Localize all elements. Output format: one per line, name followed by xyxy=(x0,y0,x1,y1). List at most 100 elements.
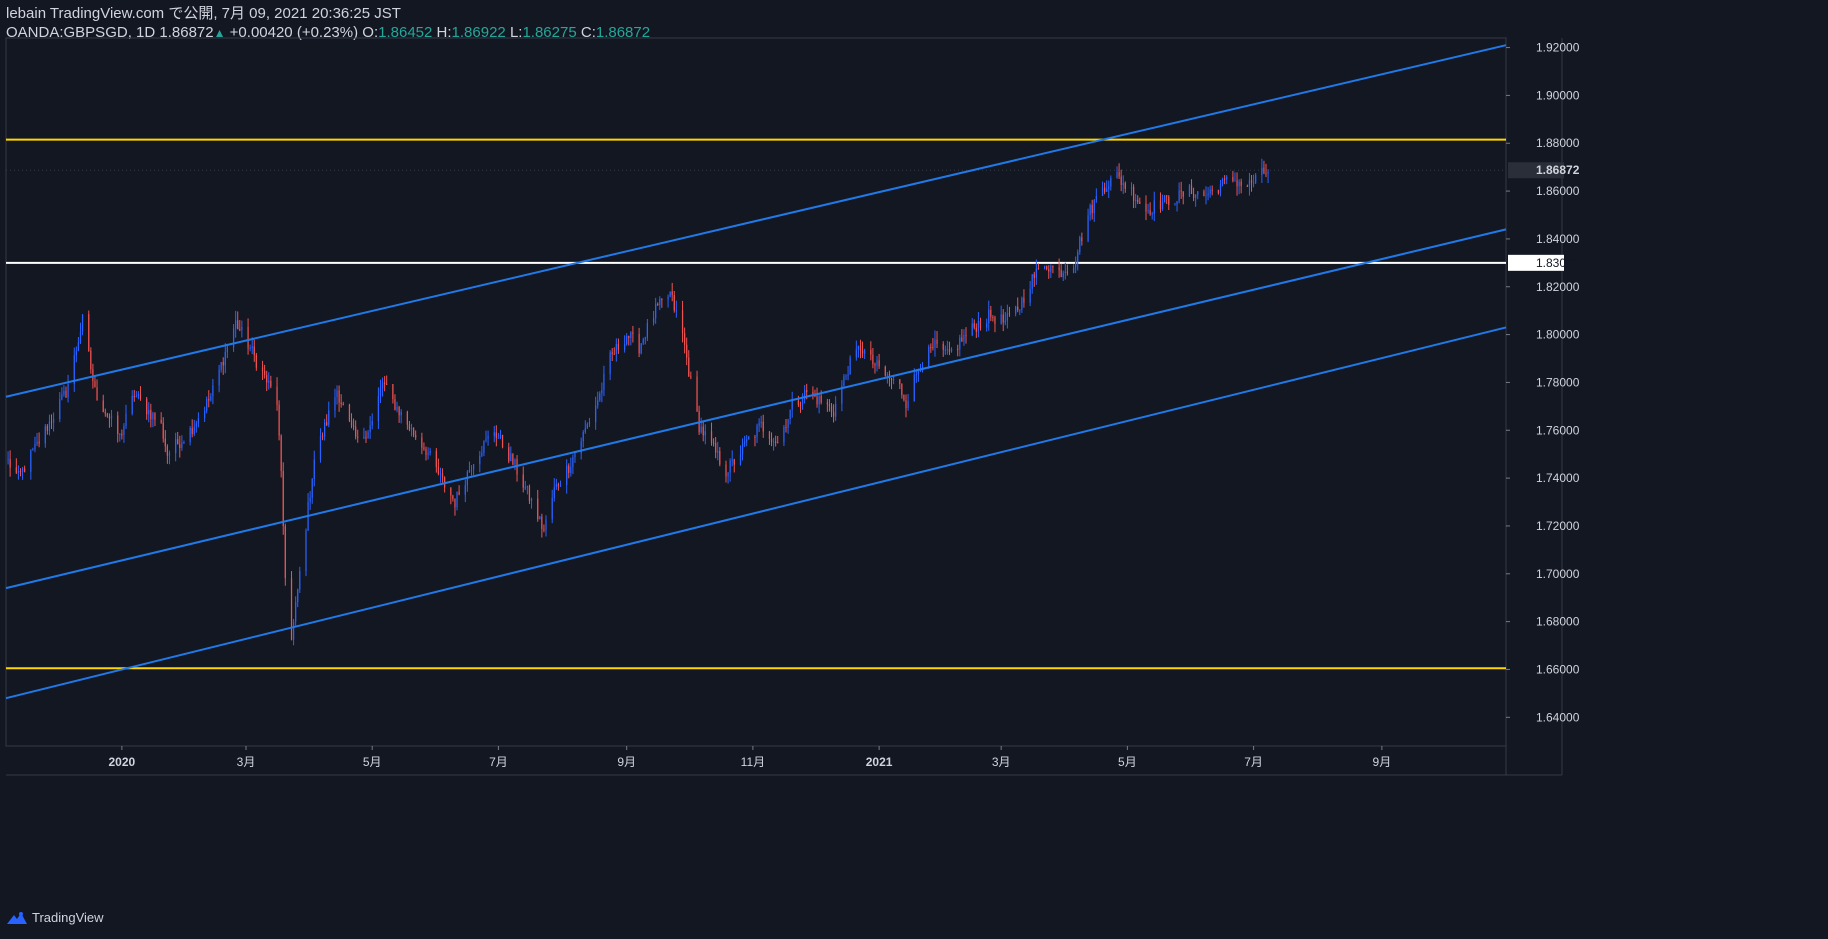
candle-body xyxy=(624,344,626,350)
candle-body xyxy=(241,326,243,330)
candle-body xyxy=(1017,306,1019,311)
candle-body xyxy=(963,334,965,342)
candle-body xyxy=(1190,185,1193,194)
candle-body xyxy=(712,442,715,444)
candle-body xyxy=(309,497,311,502)
y-tick-label: 1.74000 xyxy=(1536,471,1580,485)
candle-body xyxy=(770,438,773,442)
candle-body xyxy=(559,485,562,487)
candle-body xyxy=(1046,266,1048,270)
candle-body xyxy=(1023,297,1025,303)
candle-body xyxy=(872,354,874,365)
candle-body xyxy=(79,331,82,343)
candle-body xyxy=(441,473,444,478)
x-tick-label: 7月 xyxy=(489,755,508,769)
candle-body xyxy=(311,479,313,498)
candle-body xyxy=(261,367,264,371)
candles xyxy=(7,158,1269,646)
candle-body xyxy=(597,400,599,406)
candle-body xyxy=(919,370,922,372)
candle-body xyxy=(669,291,671,297)
candle-body xyxy=(30,450,32,472)
candle-body xyxy=(557,484,560,487)
candle-body xyxy=(239,329,241,331)
candle-body xyxy=(485,438,487,441)
candle-body xyxy=(179,444,181,448)
candle-body xyxy=(775,441,777,443)
candle-body xyxy=(892,379,895,381)
candle-body xyxy=(702,426,704,436)
y-tick-label: 1.82000 xyxy=(1536,280,1580,294)
candle-body xyxy=(456,491,458,508)
candle-body xyxy=(758,423,760,426)
candle-body xyxy=(859,345,862,351)
candle-body xyxy=(150,409,152,420)
candle-body xyxy=(1081,237,1083,242)
candle-body xyxy=(530,498,533,502)
x-tick-label: 5月 xyxy=(1118,755,1137,769)
candle-body xyxy=(1174,204,1176,206)
candle-body xyxy=(864,349,866,354)
candle-body xyxy=(890,378,893,381)
last-price-label: 1.86872 xyxy=(1536,163,1580,177)
candle-body xyxy=(268,380,270,383)
y-tick-label: 1.88000 xyxy=(1536,136,1580,150)
price-chart[interactable]: 1.64000 1.66000 1.68000 1.70000 1.72000 1.740… xyxy=(0,0,1828,939)
candle-body xyxy=(818,395,820,405)
candle-body xyxy=(249,347,251,349)
candle-body xyxy=(133,395,135,398)
candle-body xyxy=(930,346,932,348)
candle-body xyxy=(276,386,278,405)
candle-body xyxy=(32,449,34,451)
candle-body xyxy=(905,400,907,409)
channel-lower-line xyxy=(5,326,1507,700)
candle-body xyxy=(965,334,967,336)
candle-body xyxy=(1248,180,1251,187)
candle-body xyxy=(81,314,84,332)
candle-body xyxy=(439,473,442,475)
candle-body xyxy=(204,410,206,419)
candle-body xyxy=(458,491,460,495)
candle-body xyxy=(319,435,322,460)
candle-body xyxy=(696,376,698,412)
candle-body xyxy=(772,441,775,443)
candle-body xyxy=(1091,204,1093,214)
candle-body xyxy=(264,370,266,375)
candle-body xyxy=(917,371,920,375)
candle-body xyxy=(812,392,814,395)
candle-body xyxy=(1106,188,1108,192)
candle-body xyxy=(1101,187,1104,197)
candle-body xyxy=(545,519,547,531)
candle-body xyxy=(189,427,191,443)
candle-body xyxy=(38,441,40,444)
candle-body xyxy=(1151,213,1153,215)
candle-body xyxy=(177,439,179,445)
candle-body xyxy=(137,394,140,397)
candle-body xyxy=(92,369,94,382)
price-axis[interactable]: 1.64000 1.66000 1.68000 1.70000 1.72000 1.740… xyxy=(1506,41,1580,725)
candle-body xyxy=(861,350,864,354)
candle-body xyxy=(1224,178,1226,180)
candle-body xyxy=(160,419,162,423)
candle-body xyxy=(1008,313,1011,315)
candle-body xyxy=(166,446,168,456)
candle-body xyxy=(828,404,831,407)
candle-body xyxy=(512,453,514,465)
candle-body xyxy=(152,413,154,420)
candle-body xyxy=(284,526,286,579)
candle-body xyxy=(1221,178,1224,185)
candle-body xyxy=(936,339,938,344)
candle-body xyxy=(659,298,661,306)
candle-body xyxy=(394,398,396,411)
candle-body xyxy=(371,420,373,426)
candle-body xyxy=(570,466,572,473)
candle-body xyxy=(729,460,731,473)
time-axis[interactable]: 2020 3月 5月 7月 9月 11月 2021 3月 5月 7月 9月 xyxy=(109,746,1392,769)
candle-body xyxy=(437,467,440,474)
candle-body xyxy=(164,438,166,447)
candle-body xyxy=(270,380,272,387)
candle-body xyxy=(603,373,605,390)
candle-body xyxy=(832,412,835,417)
candle-body xyxy=(297,589,299,603)
candle-body xyxy=(555,484,557,488)
